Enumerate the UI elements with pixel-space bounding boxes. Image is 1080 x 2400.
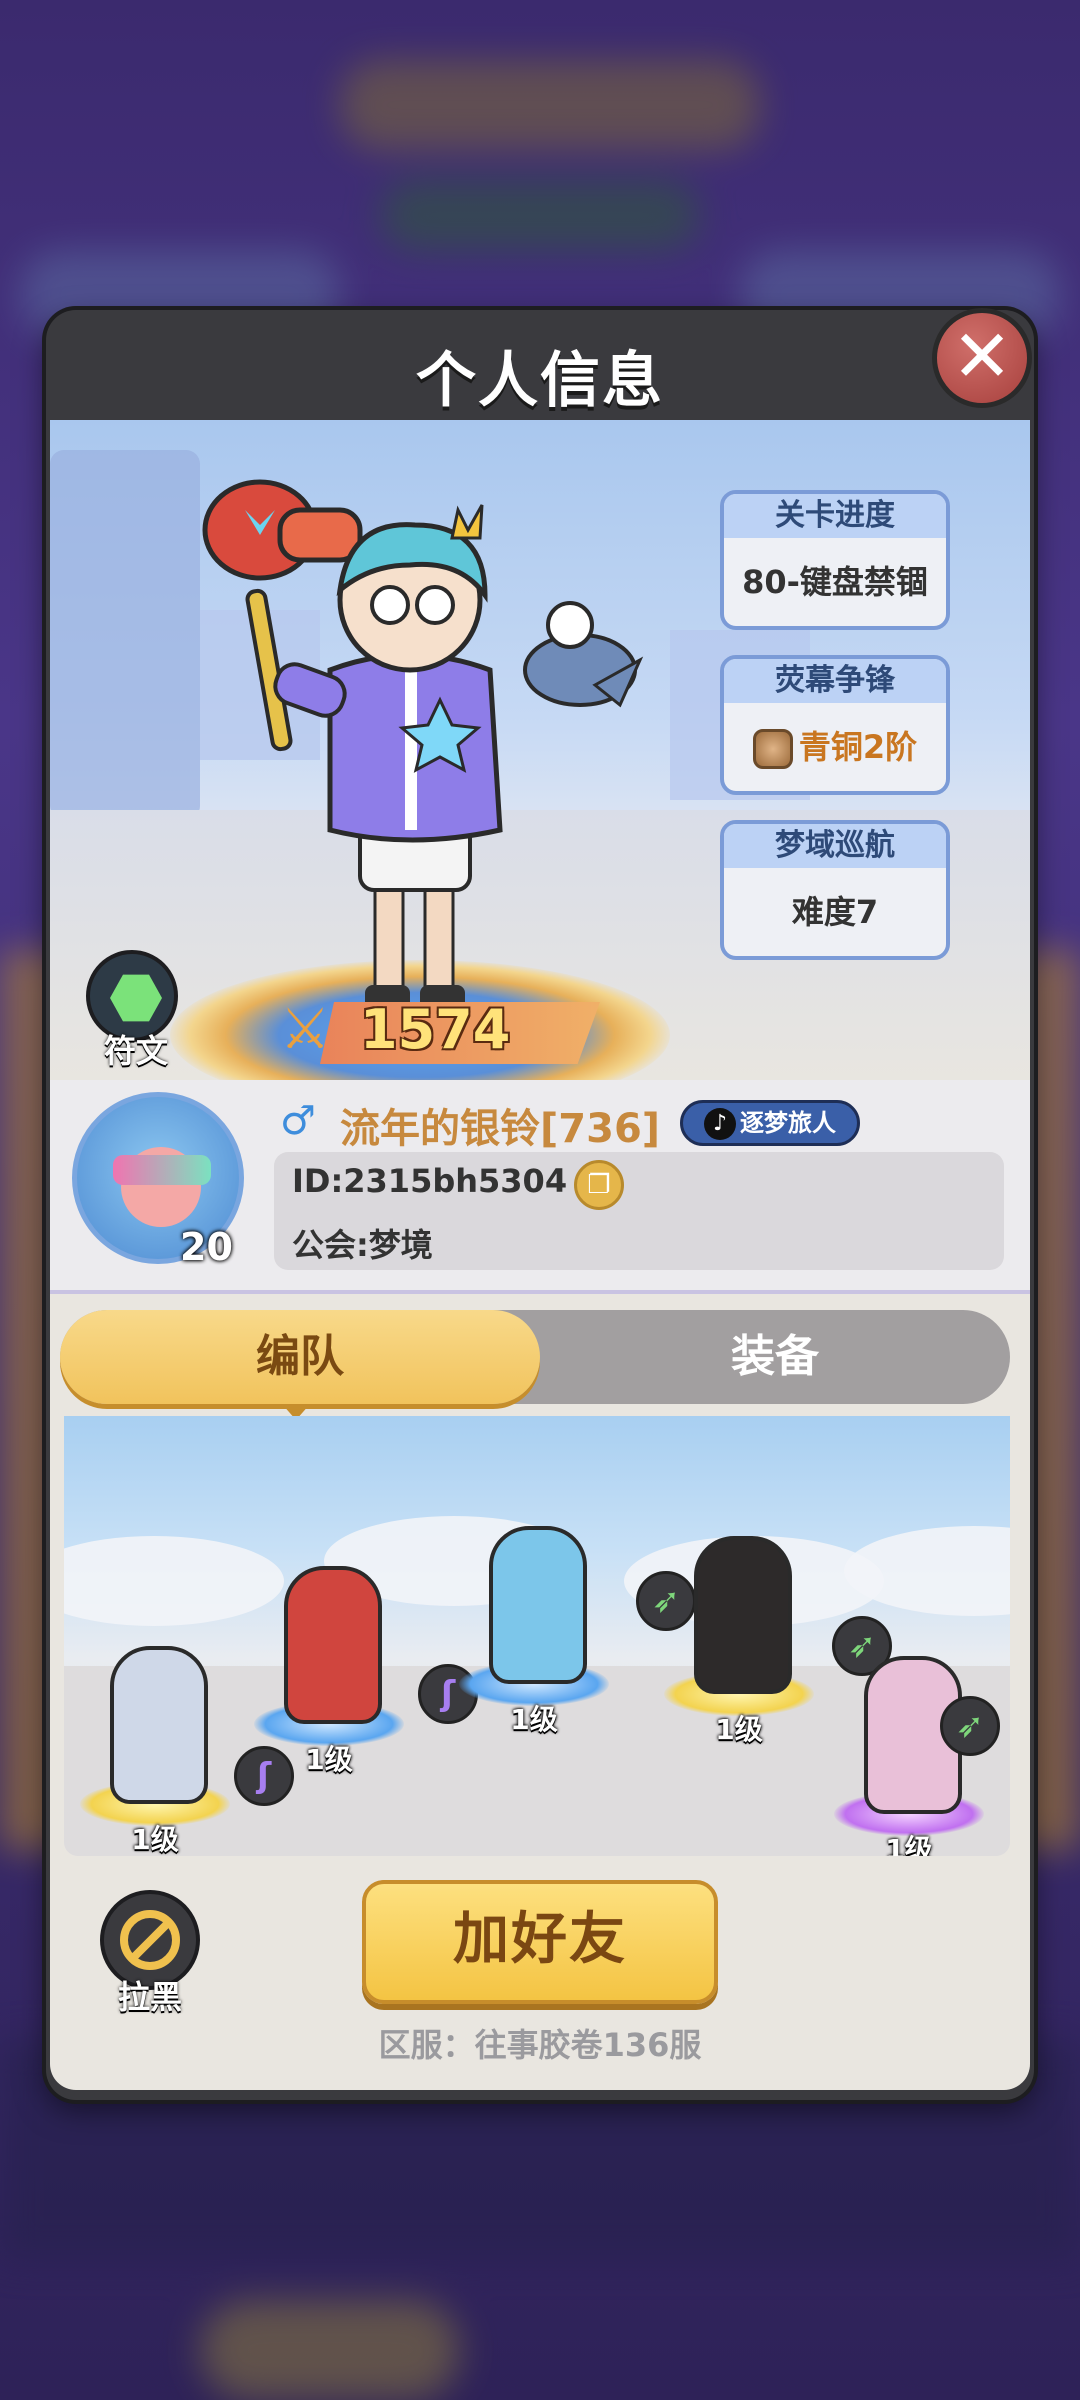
server-info: 区服：往事胶卷136服 [378,2026,702,2064]
rune-button[interactable]: 符文 [86,950,186,1070]
stat-value: 80-键盘禁锢 [742,563,928,601]
stat-value-row: 青铜2阶 [724,703,946,791]
add-friend-button[interactable]: 加好友 [362,1880,718,2004]
tab-equipment[interactable]: 装备 [540,1310,1010,1404]
team-hero-slot[interactable]: 1级 [80,1646,230,1856]
dialog-title: 个人信息 [416,346,664,416]
male-gender-icon: ♂ [280,1098,316,1144]
block-label: 拉黑 [117,1978,182,2016]
player-name: 流年的银铃[736] [340,1106,661,1152]
hero-level: 1级 [715,1713,763,1746]
bow-class-icon: ➶ [940,1696,1000,1756]
player-guild: 公会:梦境 [292,1226,433,1264]
stat-stage-progress: 关卡进度 80-键盘禁锢 [720,490,950,630]
stat-dream-cruise: 梦域巡航 难度7 [720,820,950,960]
stat-value: 青铜2阶 [798,728,918,766]
stat-value: 难度7 [791,893,879,931]
hero-level: 1级 [510,1703,558,1736]
team-hero-slot[interactable]: 1级 [254,1566,404,1776]
block-player-button[interactable]: 拉黑 [90,1890,210,2020]
close-icon: ✕ [951,314,1013,398]
stat-label: 梦域巡航 [724,824,946,868]
stat-label: 荧幕争锋 [724,659,946,703]
tab-bar: 编队 装备 [60,1310,1010,1404]
close-button[interactable]: ✕ [932,308,1032,408]
bronze-rank-icon [752,729,793,769]
hero-showcase: 关卡进度 80-键盘禁锢 荧幕争锋 青铜2阶 梦域巡航 难度7 符文 ⚔ 157 [50,420,1030,1080]
ban-icon [120,1910,180,1970]
dialog-body: 关卡进度 80-键盘禁锢 荧幕争锋 青铜2阶 梦域巡航 难度7 符文 ⚔ 157 [50,420,1030,2090]
title-badge-label: 逐梦旅人 [740,1109,836,1137]
music-note-icon: ♪ [704,1108,736,1140]
hero-level: 1级 [885,1833,933,1856]
combat-power: ⚔ 1574 [280,990,610,1070]
profile-dialog: 个人信息 ✕ 关卡进度 80-键盘禁锢 荧幕争锋 青铜2阶 梦域巡航 难度7 符… [46,308,1034,2100]
copy-id-button[interactable]: ❐ [574,1160,624,1210]
team-lineup: 1级 ʃ 1级 ʃ 1级 ➶ 1级 ➶ 1级 ➶ [64,1416,1010,1856]
hero-level: 1级 [131,1823,179,1856]
combat-power-value: 1574 [360,998,511,1061]
copy-icon: ❐ [587,1170,611,1200]
team-hero-slot[interactable]: 1级 [664,1536,814,1746]
tab-team[interactable]: 编队 [60,1310,540,1404]
player-level: 20 [180,1225,233,1269]
player-info-box: ID:2315bh5304 ❐ 公会:梦境 [274,1152,1004,1270]
team-hero-slot[interactable]: 1级 [459,1526,609,1736]
player-character-illustration [202,479,644,1010]
stat-label: 关卡进度 [724,494,946,538]
title-badge: ♪ 逐梦旅人 [680,1100,860,1146]
rune-label: 符文 [103,1032,168,1070]
rune-gem-icon [110,974,162,1022]
team-hero-slot[interactable]: 1级 [834,1656,984,1856]
player-id: ID:2315bh5304 [292,1162,568,1200]
stat-arena-rank: 荧幕争锋 青铜2阶 [720,655,950,795]
sword-icon: ⚔ [280,997,331,1062]
player-profile: 20 ♂ 流年的银铃[736] ♪ 逐梦旅人 ID:2315bh5304 ❐ 公会… [50,1080,1030,1294]
hero-level: 1级 [305,1743,353,1776]
